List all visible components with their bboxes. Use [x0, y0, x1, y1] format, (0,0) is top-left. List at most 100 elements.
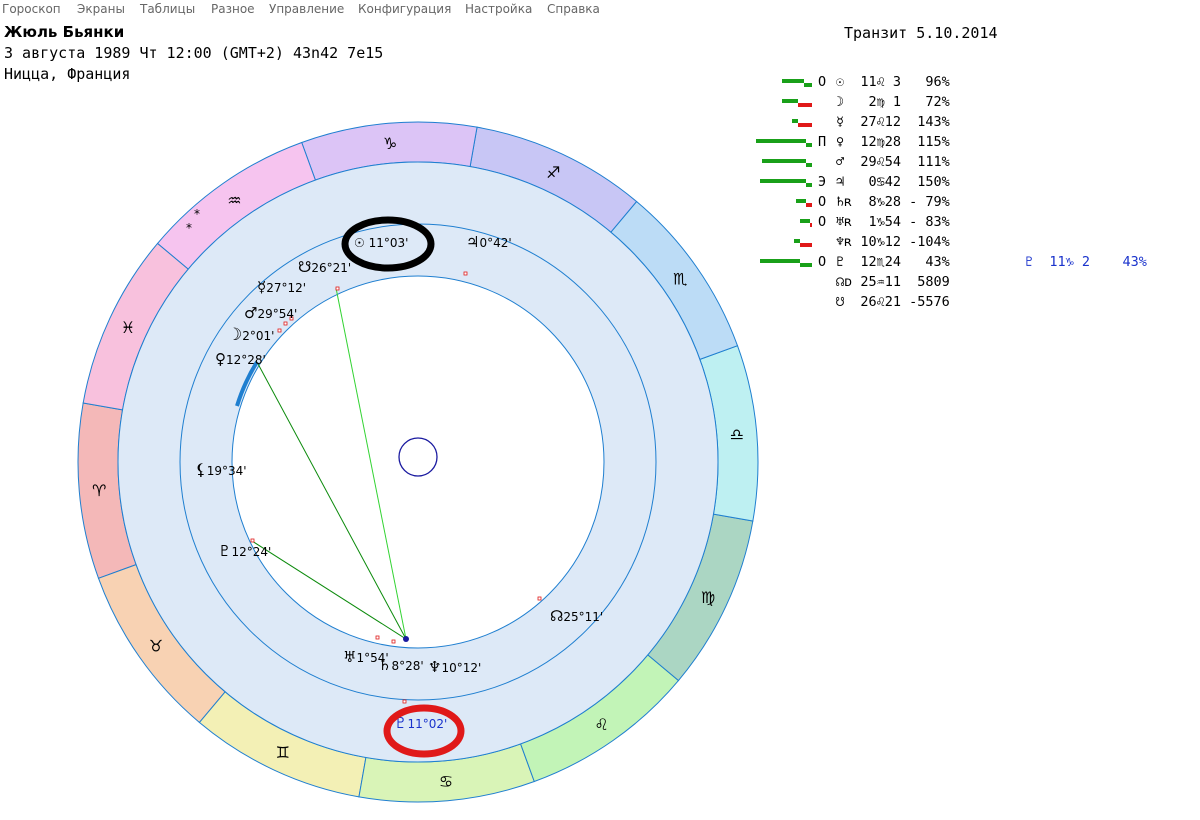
strength-bar [800, 243, 812, 247]
saturn-label: ♄8°28' [378, 656, 424, 674]
planet-row: ☽ 2♍ 1 72% [755, 94, 1195, 114]
pisces-icon: ♓ [121, 318, 135, 337]
north-node-icon: ☋ [298, 258, 311, 276]
sagittarius-icon: ♐ [546, 163, 560, 182]
virgo-icon: ♍ [701, 588, 715, 607]
planet-row: ☿ 27♌12 143% [755, 114, 1195, 134]
planet-position: ☿ 27♌12 143% [836, 114, 950, 130]
planet-status-mark: П [818, 134, 827, 150]
strength-bar [782, 99, 798, 103]
menu-horoscope[interactable]: Гороскоп [2, 2, 61, 16]
pluto-icon: ♇ [218, 542, 231, 560]
planet-status-mark: O [818, 254, 827, 270]
strength-bar [760, 259, 800, 263]
planet-row: O ♄ʀ 8♑28 - 79% [755, 194, 1195, 214]
planet-marker [283, 321, 288, 326]
planet-status-mark: O [818, 194, 827, 210]
sun-label: ☉ 11°03' [354, 236, 408, 250]
planet-status-mark: O [818, 74, 827, 90]
leo-icon: ♌ [594, 715, 608, 734]
planet-position: ♆ʀ 10♑12 -104% [836, 234, 950, 250]
menu-settings[interactable]: Настройка [465, 2, 532, 16]
taurus-icon: ♉ [149, 637, 163, 656]
planet-marker [537, 596, 542, 601]
saturn-icon: ♄ [378, 656, 391, 674]
strength-bar [806, 163, 812, 167]
menu-bar: Гороскоп Экраны Таблицы Разное Управлени… [0, 0, 1200, 20]
menu-tables[interactable]: Таблицы [140, 2, 195, 16]
chart-wheel: ♈ ♉ ♊ ♋ ♌ ♍ ♎ ♏ ♐ ♑ ♒ ♓ ☉ 11°03' ♃0°42' ☋26°21' ☿27… [77, 121, 759, 803]
planet-row: ♂ 29♌54 111% [755, 154, 1195, 174]
menu-misc[interactable]: Разное [211, 2, 255, 16]
star-icon: * [194, 207, 200, 221]
planet-position: ☉ 11♌ 3 96% [836, 74, 950, 90]
planet-row: O ☉ 11♌ 3 96% [755, 74, 1195, 94]
strength-bar [760, 179, 806, 183]
planet-position: ♄ʀ 8♑28 - 79% [836, 194, 950, 210]
planet-status-mark: Э [818, 174, 827, 190]
strength-bar [806, 183, 812, 187]
aries-icon: ♈ [92, 481, 106, 500]
node-icon: ☊ [550, 607, 563, 625]
strength-bar [804, 83, 812, 87]
strength-bar [800, 263, 812, 267]
venus-icon: ♀ [215, 350, 226, 368]
planet-marker [250, 538, 255, 543]
node-label: ☊25°11' [550, 607, 603, 625]
mars-label: ♂29°54' [244, 304, 297, 322]
strength-bar [798, 123, 812, 127]
jupiter-icon: ♃ [466, 233, 479, 251]
menu-control[interactable]: Управление [269, 2, 344, 16]
menu-configuration[interactable]: Конфигурация [358, 2, 451, 16]
planet-position: ♅ʀ 1♑54 - 83% [836, 214, 950, 230]
planet-row: П ♀ 12♍28 115% [755, 134, 1195, 154]
planet-row: ♆ʀ 10♑12 -104% [755, 234, 1195, 254]
scorpio-icon: ♏ [673, 269, 687, 288]
pluto-label: ♇12°24' [218, 542, 271, 560]
chart-header: Жюль Бьянки 3 августа 1989 Чт 12:00 (GMT… [4, 22, 383, 85]
planet-row: ☊ᴅ 25♒11 5809 [755, 274, 1195, 294]
strength-bar [810, 223, 812, 227]
planet-row: ☋ 26♌21 -5576 [755, 294, 1195, 314]
neptune-label: ♆10°12' [428, 658, 481, 676]
birth-place: Ницца, Франция [4, 65, 131, 83]
jupiter-label: ♃0°42' [466, 233, 512, 251]
neptune-icon: ♆ [428, 658, 441, 676]
venus-label: ♀12°28' [215, 350, 266, 368]
transit-pluto-label: ♇11°02' [394, 714, 447, 732]
uranus-icon: ♅ [343, 648, 356, 666]
menu-help[interactable]: Справка [547, 2, 600, 16]
cancer-icon: ♋ [439, 772, 453, 791]
planet-position: ♇ 12♏24 43% [836, 254, 950, 270]
strength-bar [756, 139, 806, 143]
planet-position: ♀ 12♍28 115% [836, 134, 950, 150]
strength-bar [806, 203, 812, 207]
planet-row: Э ♃ 0♋42 150% [755, 174, 1195, 194]
gemini-icon: ♊ [276, 743, 290, 762]
capricorn-icon: ♑ [383, 134, 397, 153]
transit-pluto-position: ♇ 11♑ 2 43% [1025, 254, 1147, 270]
planet-position: ♃ 0♋42 150% [836, 174, 950, 190]
strength-bar [762, 159, 806, 163]
planet-position: ☽ 2♍ 1 72% [836, 94, 950, 110]
sun-icon: ☉ [354, 236, 365, 250]
planet-status-mark: O [818, 214, 827, 230]
mercury-icon: ☿ [257, 278, 266, 296]
planet-position: ☋ 26♌21 -5576 [836, 294, 950, 310]
person-name: Жюль Бьянки [4, 23, 125, 41]
strength-bar [796, 199, 806, 203]
aspect-focus-point [403, 636, 409, 642]
star-icon: * [186, 221, 192, 235]
planet-marker [463, 271, 468, 276]
moon-icon: ☽ [227, 325, 242, 345]
strength-bar [800, 219, 810, 223]
mars-icon: ♂ [244, 304, 257, 322]
planet-marker [402, 699, 407, 704]
strength-bar [782, 79, 804, 83]
planet-marker [277, 328, 282, 333]
planet-row: O ♇ 12♏24 43% ♇ 11♑ 2 43% [755, 254, 1195, 274]
strength-bar [806, 143, 812, 147]
strength-bar [792, 119, 798, 123]
planet-position: ♂ 29♌54 111% [836, 154, 950, 170]
menu-screens[interactable]: Экраны [77, 2, 125, 16]
